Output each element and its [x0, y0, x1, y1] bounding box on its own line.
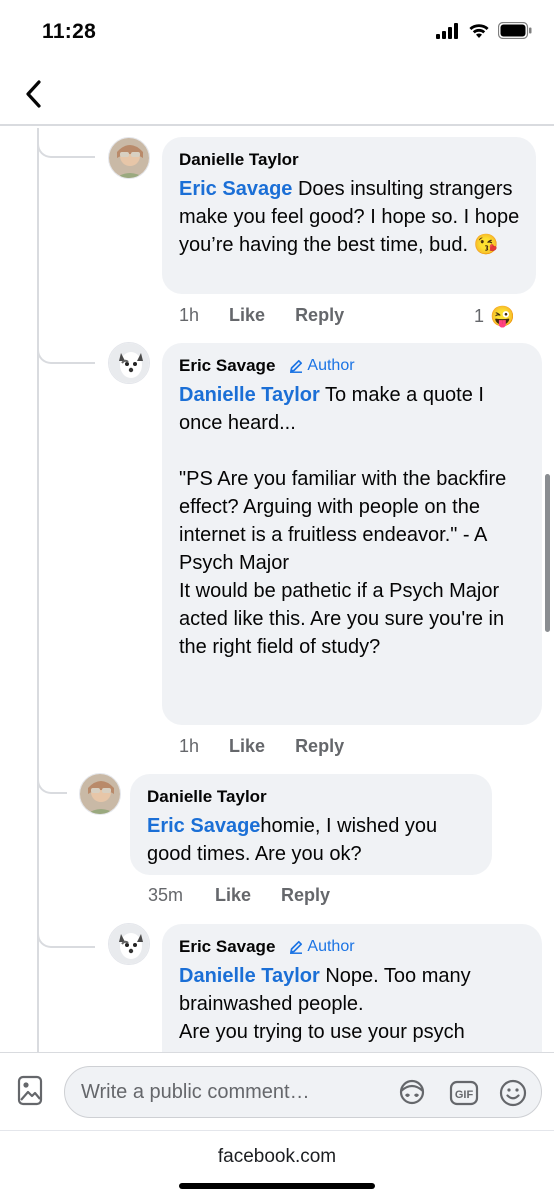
comment-composer: GIF — [0, 1052, 554, 1130]
avatar[interactable] — [108, 137, 150, 179]
author-badge: Author — [289, 357, 355, 375]
browser-url[interactable]: facebook.com — [0, 1146, 554, 1168]
author-badge: Author — [289, 938, 355, 956]
thread-connector — [37, 318, 95, 364]
comment-input-wrap: GIF — [64, 1066, 542, 1118]
avatar[interactable] — [79, 773, 121, 815]
like-button[interactable]: Like — [215, 885, 251, 906]
reaction-summary[interactable]: 1 😜 — [474, 304, 515, 329]
comment-bubble: Eric Savage Author Danielle Taylor To ma… — [162, 343, 542, 725]
thread-connector — [37, 918, 95, 948]
reaction-count: 1 — [474, 306, 485, 326]
thread-line-outer — [37, 128, 39, 1052]
avatar-sticker-button[interactable] — [397, 1079, 427, 1107]
status-icons — [436, 22, 532, 39]
home-indicator[interactable] — [179, 1183, 375, 1189]
photo-button[interactable] — [17, 1075, 45, 1107]
wifi-icon — [469, 23, 489, 38]
comment-actions: 35m Like Reply — [148, 885, 330, 906]
scrollbar[interactable] — [545, 474, 550, 632]
browser-bar: facebook.com — [0, 1130, 554, 1199]
reaction-emoji: 😜 — [490, 306, 515, 328]
status-time: 11:28 — [42, 20, 97, 43]
status-bar: 11:28 — [0, 0, 554, 62]
comment-author[interactable]: Danielle Taylor — [179, 150, 299, 170]
comment-author[interactable]: Danielle Taylor — [147, 787, 267, 807]
reply-button[interactable]: Reply — [295, 305, 344, 326]
avatar[interactable] — [108, 923, 150, 965]
chevron-left-icon — [26, 80, 41, 108]
mention-link[interactable]: Danielle Taylor — [179, 384, 320, 406]
avatar[interactable] — [108, 342, 150, 384]
author-badge-label: Author — [307, 357, 355, 374]
comment-input[interactable] — [81, 1067, 381, 1117]
comment-time[interactable]: 35m — [148, 885, 183, 906]
author-badge-label: Author — [307, 938, 355, 955]
emoji-button[interactable] — [498, 1079, 528, 1107]
nav-bar — [0, 62, 554, 126]
thread-connector — [37, 748, 67, 794]
battery-icon — [498, 22, 532, 39]
reply-button[interactable]: Reply — [281, 885, 330, 906]
comment-actions: 1h Like Reply — [179, 736, 344, 757]
comment-body: To make a quote I once heard... "PS Are … — [179, 384, 507, 658]
comment-bubble: Eric Savage Author Danielle Taylor Nope.… — [162, 924, 542, 1052]
avatar-sticker-icon — [399, 1079, 425, 1105]
svg-text:GIF: GIF — [455, 1089, 474, 1101]
comment-thread: Danielle Taylor Eric Savage Does insulti… — [0, 128, 554, 1052]
reply-button[interactable]: Reply — [295, 736, 344, 757]
back-button[interactable] — [16, 76, 50, 112]
mention-link[interactable]: Eric Savage — [179, 178, 292, 200]
comment-text: Danielle Taylor To make a quote I once h… — [179, 381, 526, 661]
emoji-icon — [499, 1079, 527, 1107]
comment-bubble: Danielle Taylor Eric Savage Does insulti… — [162, 137, 536, 294]
thread-connector — [37, 128, 95, 158]
gif-button[interactable]: GIF — [449, 1079, 479, 1107]
comment-author[interactable]: Eric Savage — [179, 937, 275, 957]
comment-text: Danielle Taylor Nope. Too many brainwash… — [179, 962, 526, 1046]
comment-author[interactable]: Eric Savage — [179, 356, 275, 376]
mention-link[interactable]: Danielle Taylor — [179, 965, 320, 987]
comment-time[interactable]: 1h — [179, 305, 199, 326]
pencil-icon — [290, 940, 303, 954]
like-button[interactable]: Like — [229, 305, 265, 326]
comment-bubble: Danielle Taylor Eric Savagehomie, I wish… — [130, 774, 492, 875]
comment-text: Eric Savage Does insulting strangers mak… — [179, 175, 520, 259]
comment-actions: 1h Like Reply — [179, 305, 344, 326]
like-button[interactable]: Like — [229, 736, 265, 757]
comment-time[interactable]: 1h — [179, 736, 199, 757]
gif-icon: GIF — [449, 1080, 479, 1106]
signal-icon — [436, 22, 458, 39]
photo-icon — [17, 1075, 43, 1106]
mention-link[interactable]: Eric Savage — [147, 815, 260, 837]
pencil-icon — [290, 359, 303, 373]
comment-text: Eric Savagehomie, I wished you good time… — [147, 812, 476, 868]
